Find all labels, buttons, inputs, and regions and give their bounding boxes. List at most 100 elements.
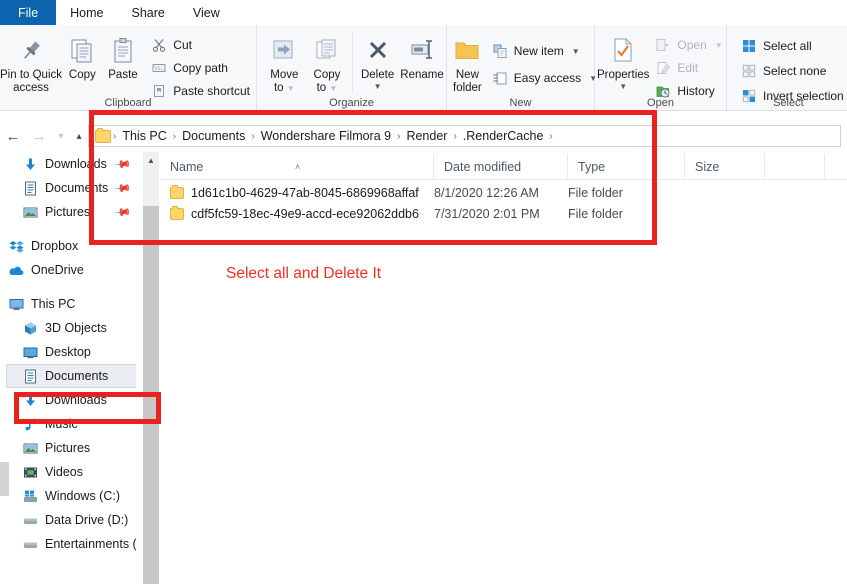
delete-button[interactable]: Delete ▼ [357, 29, 398, 91]
drive-icon [22, 512, 38, 528]
file-list[interactable]: 1d61c1b0-4629-47ab-8045-6869968affaf 8/1… [160, 182, 847, 224]
download-icon [22, 156, 38, 172]
open-caret[interactable]: ▼ [715, 41, 723, 50]
crumb-separator-1[interactable]: › [171, 131, 178, 142]
breadcrumb-render[interactable]: Render [402, 129, 451, 143]
back-button[interactable]: ← [0, 123, 26, 149]
crumb-separator-3[interactable]: › [395, 131, 402, 142]
address-bar[interactable]: › This PC › Documents › Wondershare Film… [88, 125, 841, 147]
sort-ascending-icon: ˄ [295, 161, 301, 172]
column-header-extra[interactable] [765, 153, 825, 180]
sidebar-item-pictures[interactable]: Pictures [0, 436, 136, 460]
pin-icon[interactable]: 📌 [114, 203, 133, 221]
copy-icon [68, 33, 96, 69]
select-none-button[interactable]: Select none [737, 61, 847, 81]
sidebar-item-windows-c[interactable]: Windows (C:) [0, 484, 136, 508]
tab-file[interactable]: File [0, 0, 57, 25]
crumb-separator-2[interactable]: › [249, 131, 256, 142]
tab-view[interactable]: View [179, 0, 234, 25]
move-to-label-2: to ▼ [273, 82, 295, 94]
folder-icon [170, 184, 184, 199]
sidebar-item-onedrive[interactable]: OneDrive [0, 258, 136, 282]
up-button[interactable]: ▴ [70, 123, 88, 149]
copy-to-button[interactable]: Copy to ▼ [306, 29, 349, 95]
move-to-icon [270, 33, 298, 69]
pin-to-quick-access-label-1: Pin to Quick [0, 69, 62, 81]
ribbon-group-clipboard-label: Clipboard [104, 97, 152, 109]
picture-icon [22, 440, 38, 456]
easy-access-button[interactable]: Easy access ▼ [488, 68, 603, 88]
cut-button[interactable]: Cut [147, 35, 256, 55]
paste-icon [109, 33, 137, 69]
table-row[interactable]: cdf5fc59-18ec-49e9-accd-ece92062ddb6 7/3… [160, 203, 847, 224]
select-all-button[interactable]: Select all [737, 36, 847, 56]
sidebar-item-documents[interactable]: Documents [6, 364, 136, 388]
crumb-separator-4[interactable]: › [451, 131, 458, 142]
select-all-icon [741, 38, 757, 54]
pin-icon[interactable]: 📌 [114, 155, 133, 173]
edit-button[interactable]: Edit [651, 58, 728, 78]
tab-home[interactable]: Home [56, 0, 118, 25]
open-small-commands: Open ▼ Edit History [651, 29, 728, 101]
forward-button[interactable]: → [26, 123, 52, 149]
tab-share-label: Share [131, 5, 165, 20]
history-label: History [677, 84, 715, 98]
pin-to-quick-access-button[interactable]: Pin to Quick access [0, 29, 62, 95]
new-folder-button[interactable]: New folder [453, 29, 482, 95]
easy-access-icon [492, 70, 508, 86]
organize-divider [352, 33, 354, 91]
navigation-pane-scrollbar[interactable]: ▲ [143, 152, 159, 584]
move-to-button[interactable]: Move to ▼ [263, 29, 306, 95]
sidebar-item-data-drive-d[interactable]: Data Drive (D:) [0, 508, 136, 532]
properties-dropdown-caret[interactable]: ▼ [619, 83, 627, 91]
sidebar-item-downloads[interactable]: Downloads [0, 388, 136, 412]
file-name-text: cdf5fc59-18ec-49e9-accd-ece92062ddb6 [191, 206, 419, 221]
sidebar-item-music[interactable]: Music [0, 412, 136, 436]
sidebar-item-quick-pictures[interactable]: Pictures 📌 [0, 200, 136, 224]
sidebar-item-quick-downloads[interactable]: Downloads 📌 [0, 152, 136, 176]
annotation-instruction-text: Select all and Delete It [226, 265, 382, 282]
sidebar-item-desktop[interactable]: Desktop [0, 340, 136, 364]
paste-button[interactable]: Paste [103, 29, 144, 82]
copy-button[interactable]: Copy [62, 29, 103, 82]
sidebar-item-videos[interactable]: Videos [0, 460, 136, 484]
video-icon [22, 464, 38, 480]
scroll-up-icon[interactable]: ▲ [143, 152, 159, 168]
recent-locations-button[interactable]: ▾ [52, 123, 70, 149]
sidebar-item-quick-documents[interactable]: Documents 📌 [0, 176, 136, 200]
sidebar-item-this-pc[interactable]: This PC [0, 292, 136, 316]
new-item-button[interactable]: New item ▼ [488, 41, 603, 61]
file-name-cell[interactable]: cdf5fc59-18ec-49e9-accd-ece92062ddb6 [160, 205, 434, 221]
sidebar-item-label: OneDrive [31, 263, 84, 277]
file-name-text: 1d61c1b0-4629-47ab-8045-6869968affaf [191, 185, 419, 200]
sidebar-item-entertainments[interactable]: Entertainments ( [0, 532, 136, 556]
file-name-cell[interactable]: 1d61c1b0-4629-47ab-8045-6869968affaf [160, 184, 434, 200]
sidebar-item-3d-objects[interactable]: 3D Objects [0, 316, 136, 340]
breadcrumb-wondershare-filmora-9[interactable]: Wondershare Filmora 9 [257, 129, 395, 143]
breadcrumb-documents[interactable]: Documents [178, 129, 249, 143]
copy-path-button[interactable]: \\.. Copy path [147, 58, 256, 78]
breadcrumb-this-pc[interactable]: This PC [118, 129, 170, 143]
crumb-separator-5[interactable]: › [547, 131, 554, 142]
column-header-size[interactable]: Size [685, 153, 765, 180]
navigation-pane[interactable]: Downloads 📌 Documents 📌 Pictures 📌 Dropb… [0, 152, 136, 584]
properties-button[interactable]: Properties ▼ [597, 29, 649, 91]
breadcrumb-rendercache[interactable]: .RenderCache [459, 129, 548, 143]
pin-icon[interactable]: 📌 [114, 179, 133, 197]
sidebar-item-label: 3D Objects [45, 321, 107, 335]
column-header-name[interactable]: Name ˄ [160, 153, 434, 180]
cube-icon [22, 320, 38, 336]
new-item-caret[interactable]: ▼ [572, 47, 580, 56]
column-header-date-modified[interactable]: Date modified [434, 153, 568, 180]
table-row[interactable]: 1d61c1b0-4629-47ab-8045-6869968affaf 8/1… [160, 182, 847, 203]
new-folder-label-1: New [455, 69, 479, 81]
delete-dropdown-caret[interactable]: ▼ [374, 83, 382, 91]
ribbon-group-select-label: Select [773, 97, 804, 109]
open-button[interactable]: Open ▼ [651, 35, 728, 55]
tab-share[interactable]: Share [118, 0, 179, 25]
ribbon-group-new: New folder New item ▼ Easy access ▼ New [447, 25, 597, 110]
column-header-type[interactable]: Type [568, 153, 685, 180]
rename-button[interactable]: Rename [398, 29, 446, 82]
scrollbar-thumb[interactable] [143, 206, 159, 584]
sidebar-item-dropbox[interactable]: Dropbox [0, 234, 136, 258]
